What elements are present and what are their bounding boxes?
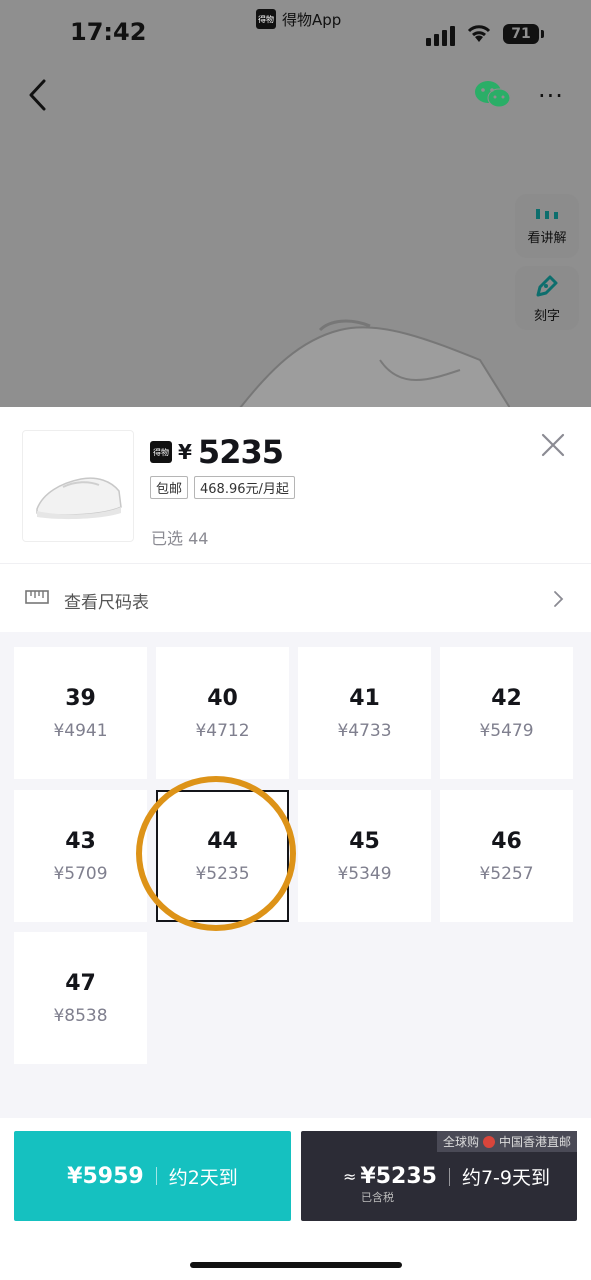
separator <box>155 1167 157 1185</box>
size-price: ¥5235 <box>195 863 250 884</box>
engrave-pen-icon <box>536 275 558 296</box>
size-option-44-selected[interactable]: 44 ¥5235 <box>156 790 289 922</box>
close-icon[interactable] <box>540 432 566 458</box>
global-buy-button[interactable]: 全球购 中国香港直邮 ≈ ¥5235 约7-9天到 已含税 <box>301 1131 577 1221</box>
size-value: 45 <box>349 828 380 854</box>
size-value: 41 <box>349 685 380 711</box>
size-value: 43 <box>65 828 96 854</box>
size-value: 40 <box>207 685 238 711</box>
price-tags: 包邮 468.96元/月起 <box>150 476 295 499</box>
global-purchase-label: 全球购 <box>442 1135 479 1149</box>
size-chart-row[interactable]: 查看尺码表 <box>0 564 591 632</box>
app-indicator: 得物 得物App <box>256 8 341 30</box>
free-shipping-tag: 包邮 <box>150 476 189 499</box>
size-price: ¥5349 <box>337 863 392 884</box>
installment-tag: 468.96元/月起 <box>194 476 295 499</box>
battery-tip <box>541 30 544 38</box>
size-option-41[interactable]: 41 ¥4733 <box>298 647 431 779</box>
size-option-47[interactable]: 47 ¥8538 <box>14 932 147 1064</box>
back-button[interactable] <box>24 78 56 112</box>
global-purchase-badge: 全球购 中国香港直邮 <box>436 1131 577 1152</box>
dewu-app-icon: 得物 <box>256 9 276 29</box>
current-price: 5235 <box>197 433 284 471</box>
separator <box>448 1167 450 1186</box>
shoe-image <box>239 319 510 407</box>
engraving-button[interactable]: 刻字 <box>515 266 579 330</box>
global-price: ¥5235 <box>360 1164 437 1189</box>
view-explanation-label: 看讲解 <box>527 230 567 246</box>
hong-kong-flag-icon <box>482 1135 495 1148</box>
size-value: 44 <box>207 828 238 854</box>
fast-delivery-time: 约2天到 <box>168 1166 238 1189</box>
cell-signal-icon <box>426 26 455 46</box>
ruler-icon <box>25 590 49 604</box>
engraving-label: 刻字 <box>533 308 560 324</box>
fast-delivery-buy-button[interactable]: ¥5959 约2天到 <box>14 1131 291 1221</box>
size-price: ¥4941 <box>53 720 108 741</box>
size-option-43[interactable]: 43 ¥5709 <box>14 790 147 922</box>
size-price: ¥5709 <box>53 863 108 884</box>
audio-bars-icon <box>536 208 558 219</box>
selected-size-text: 已选 44 <box>151 529 209 548</box>
wifi-icon <box>467 25 491 42</box>
sneaker-thumbnail-image <box>36 477 122 520</box>
more-menu-button[interactable]: ··· <box>538 82 564 110</box>
hk-direct-mail-label: 中国香港直邮 <box>498 1135 571 1149</box>
size-price: ¥4733 <box>337 720 392 741</box>
fast-price: ¥5959 <box>67 1163 144 1189</box>
view-explanation-button[interactable]: 看讲解 <box>515 194 579 258</box>
wechat-share-icon[interactable] <box>474 80 512 110</box>
size-price: ¥4712 <box>195 720 250 741</box>
size-price: ¥5479 <box>479 720 534 741</box>
global-price-row: ≈ ¥5235 约7-9天到 <box>343 1163 550 1190</box>
size-option-40[interactable]: 40 ¥4712 <box>156 647 289 779</box>
size-option-39[interactable]: 39 ¥4941 <box>14 647 147 779</box>
size-value: 47 <box>65 970 96 996</box>
tax-included-note: 已含税 <box>361 1191 394 1204</box>
size-value: 39 <box>65 685 96 711</box>
approx-sign: ≈ <box>343 1167 357 1186</box>
size-price: ¥5257 <box>479 863 534 884</box>
app-name: 得物App <box>282 10 342 29</box>
battery-icon: 71 <box>503 24 539 44</box>
size-value: 42 <box>491 685 522 711</box>
chevron-right-icon <box>554 591 564 607</box>
home-indicator <box>190 1262 402 1268</box>
size-option-46[interactable]: 46 ¥5257 <box>440 790 573 922</box>
product-thumbnail <box>22 430 134 542</box>
status-time: 17:42 <box>70 18 147 46</box>
global-delivery-time: 约7-9天到 <box>461 1167 550 1189</box>
price-row: 得物 ¥ 5235 <box>150 433 284 471</box>
size-option-45[interactable]: 45 ¥5349 <box>298 790 431 922</box>
size-price: ¥8538 <box>53 1005 108 1026</box>
size-option-42[interactable]: 42 ¥5479 <box>440 647 573 779</box>
size-value: 46 <box>491 828 522 854</box>
product-image-backdrop <box>0 0 591 407</box>
dewu-logo-icon: 得物 <box>150 441 172 463</box>
size-chart-label: 查看尺码表 <box>64 593 149 613</box>
currency-symbol: ¥ <box>178 440 192 464</box>
